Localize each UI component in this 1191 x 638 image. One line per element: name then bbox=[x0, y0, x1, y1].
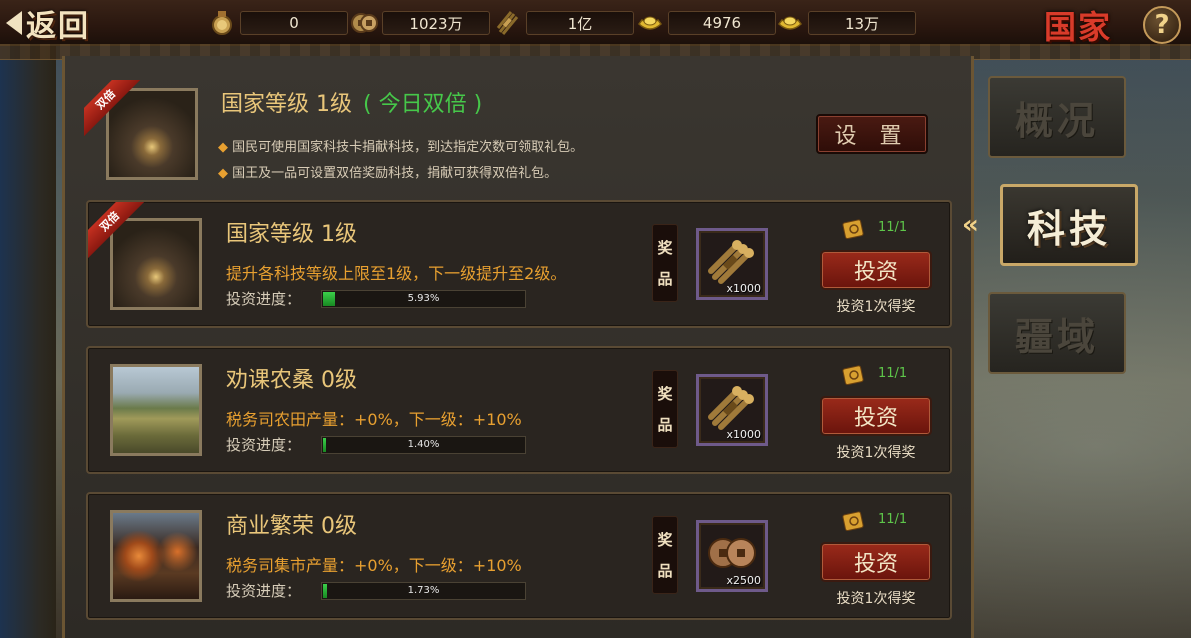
progress-bar: 1.73% bbox=[321, 582, 526, 600]
double-badge: 双倍 bbox=[88, 202, 144, 258]
ticket-count: 11/1 bbox=[878, 512, 908, 527]
header-bullet: ◆ 国民可使用国家科技卡捐献科技，到达指定次数可领取礼包。 bbox=[218, 140, 584, 155]
double-today-label: ( 今日双倍 ) bbox=[363, 92, 483, 117]
gold-ingot-icon bbox=[776, 9, 804, 37]
prize-count: x1000 bbox=[726, 282, 761, 295]
progress-label: 投资进度： bbox=[226, 436, 302, 454]
tab-technology[interactable]: 科技 bbox=[1000, 184, 1138, 266]
resource-gold-ingot-2: 13万 bbox=[776, 9, 916, 37]
header-bullet: ◆ 国王及一品可设置双倍奖励科技，捐献可获得双倍礼包。 bbox=[218, 166, 558, 181]
invest-note: 投资1次得奖 bbox=[836, 445, 916, 461]
tech-description: 税务司集市产量：+0%，下一级：+10% bbox=[226, 556, 522, 575]
resource-grain: 1亿 bbox=[494, 9, 634, 37]
tech-card: 商业繁荣 0级 税务司集市产量：+0%，下一级：+10% 投资进度： 1.73%… bbox=[86, 492, 952, 620]
progress-bar: 5.93% bbox=[321, 290, 526, 308]
invest-button[interactable]: 投资 bbox=[820, 542, 932, 582]
gold-ingot-icon bbox=[636, 9, 664, 37]
ticket-count: 11/1 bbox=[878, 220, 908, 235]
settings-button[interactable]: 设 置 bbox=[816, 114, 928, 154]
tech-image-farmland bbox=[110, 364, 202, 456]
resource-value: 0 bbox=[240, 11, 348, 35]
tech-card-ticket-icon bbox=[842, 218, 866, 240]
tab-territory[interactable]: 疆域 bbox=[988, 292, 1126, 374]
prize-tag: 奖品 bbox=[652, 516, 678, 594]
resource-gold-ingot: 4976 bbox=[636, 9, 776, 37]
prize-tag: 奖品 bbox=[652, 224, 678, 302]
resource-value: 1亿 bbox=[526, 11, 634, 35]
back-button[interactable]: 返回 bbox=[6, 4, 128, 44]
bullet-diamond-icon: ◆ bbox=[218, 166, 228, 181]
invest-button[interactable]: 投资 bbox=[820, 396, 932, 436]
left-edge-backdrop bbox=[0, 40, 56, 638]
progress-text: 5.93% bbox=[407, 293, 440, 304]
progress-label: 投资进度： bbox=[226, 582, 302, 600]
prize-count: x2500 bbox=[726, 574, 761, 587]
ticket-count: 11/1 bbox=[878, 366, 908, 381]
tech-image-market bbox=[110, 510, 202, 602]
tech-description: 税务司农田产量：+0%，下一级：+10% bbox=[226, 410, 522, 429]
tab-overview[interactable]: 概况 bbox=[988, 76, 1126, 158]
resource-medal: 0 bbox=[208, 9, 348, 37]
grain-bundle-icon bbox=[494, 9, 522, 37]
coin-icon bbox=[350, 9, 378, 37]
tech-title: 劝课农桑 0级 bbox=[226, 368, 357, 393]
page-title: 国家 bbox=[1044, 8, 1113, 46]
resource-value: 13万 bbox=[808, 11, 916, 35]
invest-note: 投资1次得奖 bbox=[836, 299, 916, 315]
tech-card-ticket-icon bbox=[842, 364, 866, 386]
tech-description: 提升各科技等级上限至1级，下一级提升至2级。 bbox=[226, 264, 567, 283]
double-badge: 双倍 bbox=[84, 80, 140, 136]
invest-button[interactable]: 投资 bbox=[820, 250, 932, 290]
prize-item[interactable]: x2500 bbox=[696, 520, 768, 592]
tech-card: 劝课农桑 0级 税务司农田产量：+0%，下一级：+10% 投资进度： 1.40%… bbox=[86, 346, 952, 474]
progress-text: 1.73% bbox=[407, 585, 440, 596]
tech-card-ticket-icon bbox=[842, 510, 866, 532]
invest-note: 投资1次得奖 bbox=[836, 591, 916, 607]
medal-icon bbox=[208, 9, 236, 37]
tech-title: 商业繁荣 0级 bbox=[226, 514, 357, 539]
help-button[interactable]: ? bbox=[1143, 6, 1181, 44]
progress-text: 1.40% bbox=[407, 439, 440, 450]
tech-title: 国家等级 1级 bbox=[226, 222, 357, 247]
resource-coins: 1023万 bbox=[350, 9, 490, 37]
prize-item[interactable]: x1000 bbox=[696, 228, 768, 300]
tech-card: 双倍 国家等级 1级 提升各科技等级上限至1级，下一级提升至2级。 投资进度： … bbox=[86, 200, 952, 328]
back-label: 返回 bbox=[26, 9, 90, 44]
progress-bar: 1.40% bbox=[321, 436, 526, 454]
bullet-diamond-icon: ◆ bbox=[218, 140, 228, 155]
prize-tag: 奖品 bbox=[652, 370, 678, 448]
prize-item[interactable]: x1000 bbox=[696, 374, 768, 446]
prize-count: x1000 bbox=[726, 428, 761, 441]
resource-value: 1023万 bbox=[382, 11, 490, 35]
chevron-left-icon: « bbox=[962, 210, 979, 240]
resource-value: 4976 bbox=[668, 11, 776, 35]
progress-label: 投资进度： bbox=[226, 290, 302, 308]
back-arrow-icon bbox=[6, 11, 22, 35]
header-title: 国家等级 1级 bbox=[221, 92, 352, 117]
